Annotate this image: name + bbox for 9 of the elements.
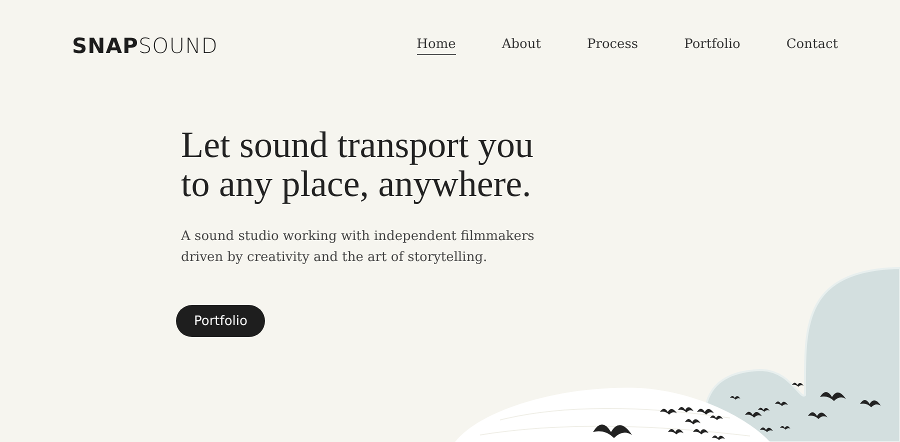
nav-link[interactable]: Contact	[786, 37, 838, 55]
logo[interactable]: SNAPSOUND	[72, 34, 218, 58]
nav-link[interactable]: About	[502, 37, 541, 55]
hero-heading: Let sound transport you to any place, anywhere.	[181, 126, 534, 204]
nav-link[interactable]: Process	[586, 37, 638, 55]
portfolio-button[interactable]: Portfolio	[176, 305, 266, 337]
hero-description: A sound studio working with independent filmmakers driven by creativity and the art of storytelling.	[181, 228, 536, 267]
nav-link[interactable]: Portfolio	[684, 37, 740, 55]
nav-link[interactable]: Home	[416, 37, 456, 55]
